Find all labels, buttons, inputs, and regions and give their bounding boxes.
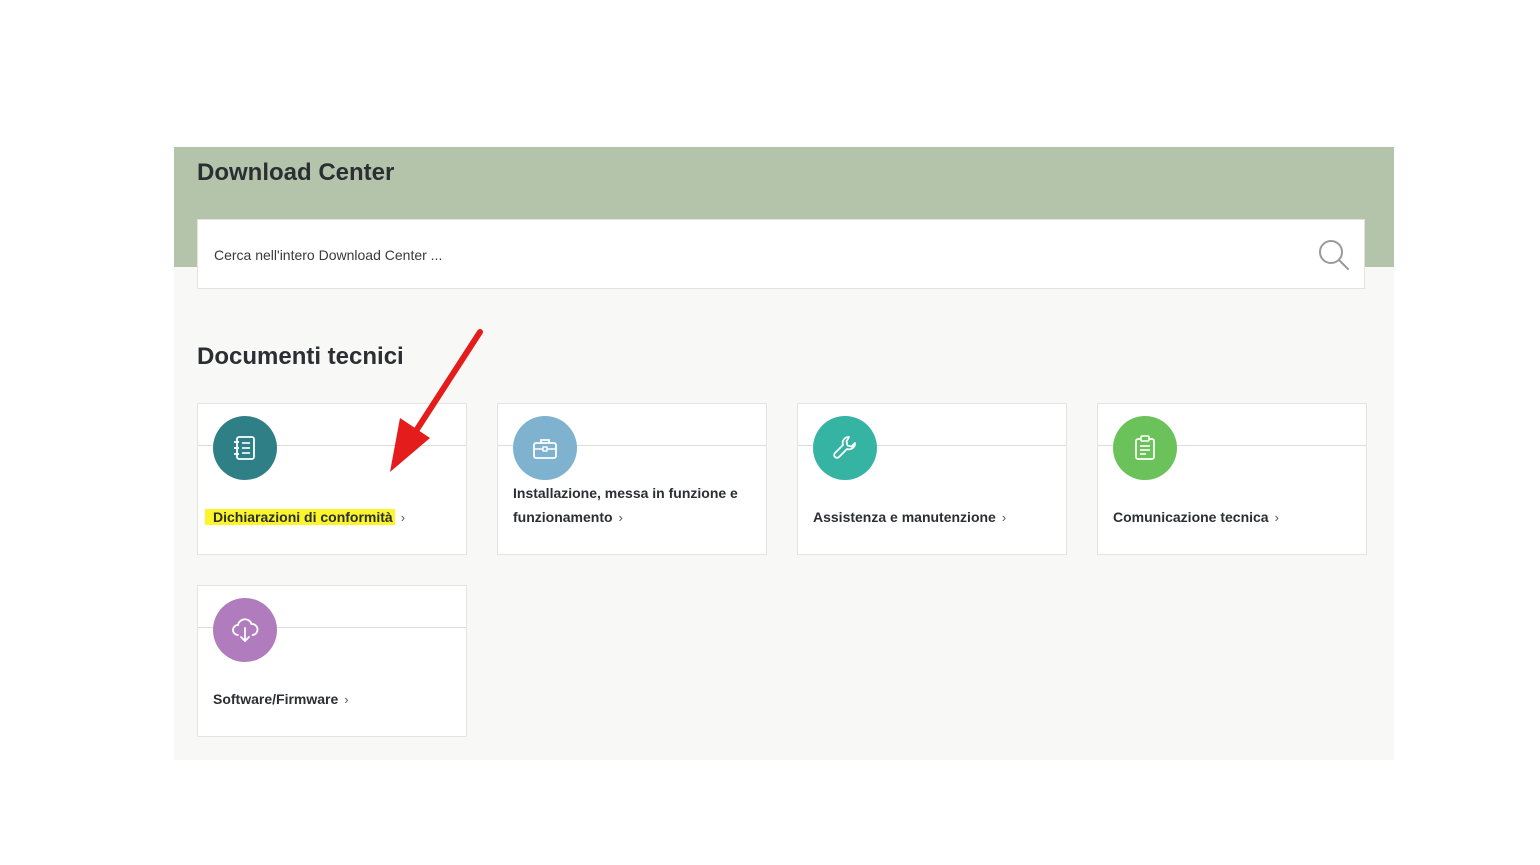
card-label: Software/Firmware › xyxy=(213,687,448,712)
chevron-right-icon: › xyxy=(1001,510,1007,525)
chevron-right-icon: › xyxy=(1274,510,1279,525)
card-label: Installazione, messa in funzione e funzi… xyxy=(513,481,748,530)
chevron-right-icon: › xyxy=(344,692,349,707)
card-dichiarazioni-conformita[interactable]: Dichiarazioni di conformità › xyxy=(197,403,467,555)
wrench-icon xyxy=(833,436,856,459)
card-icon-circle xyxy=(213,598,277,662)
card-label-text: Dichiarazioni di conformità xyxy=(205,509,395,525)
search-bar xyxy=(197,219,1365,290)
search-button[interactable] xyxy=(1316,237,1352,273)
download-center-panel: Download Center Documenti tecnici xyxy=(174,147,1394,760)
card-icon-circle xyxy=(513,416,577,480)
card-label: Dichiarazioni di conformità › xyxy=(205,505,448,530)
card-label: Assistenza e manutenzione › xyxy=(813,505,1048,530)
search-input[interactable] xyxy=(212,220,1296,290)
card-label: Comunicazione tecnica › xyxy=(1113,505,1348,530)
card-software-firmware[interactable]: Software/Firmware › xyxy=(197,585,467,737)
card-icon-circle xyxy=(813,416,877,480)
notebook-icon xyxy=(234,436,255,460)
toolbox-icon xyxy=(533,439,557,459)
card-label-text: Installazione, messa in funzione e funzi… xyxy=(513,485,738,525)
card-installazione[interactable]: Installazione, messa in funzione e funzi… xyxy=(497,403,767,555)
clipboard-icon xyxy=(1135,435,1155,460)
card-icon-circle xyxy=(213,416,277,480)
chevron-right-icon: › xyxy=(618,510,623,525)
card-label-text: Software/Firmware xyxy=(213,691,339,707)
card-assistenza-manutenzione[interactable]: Assistenza e manutenzione › xyxy=(797,403,1067,555)
card-label-text: Comunicazione tecnica xyxy=(1113,509,1269,525)
chevron-right-icon: › xyxy=(400,510,406,525)
section-title: Documenti tecnici xyxy=(197,343,404,370)
cloud-download-icon xyxy=(232,618,259,642)
page-title: Download Center xyxy=(197,159,395,186)
card-comunicazione-tecnica[interactable]: Comunicazione tecnica › xyxy=(1097,403,1367,555)
search-icon xyxy=(1319,240,1349,270)
card-label-text: Assistenza e manutenzione xyxy=(813,509,996,525)
card-icon-circle xyxy=(1113,416,1177,480)
